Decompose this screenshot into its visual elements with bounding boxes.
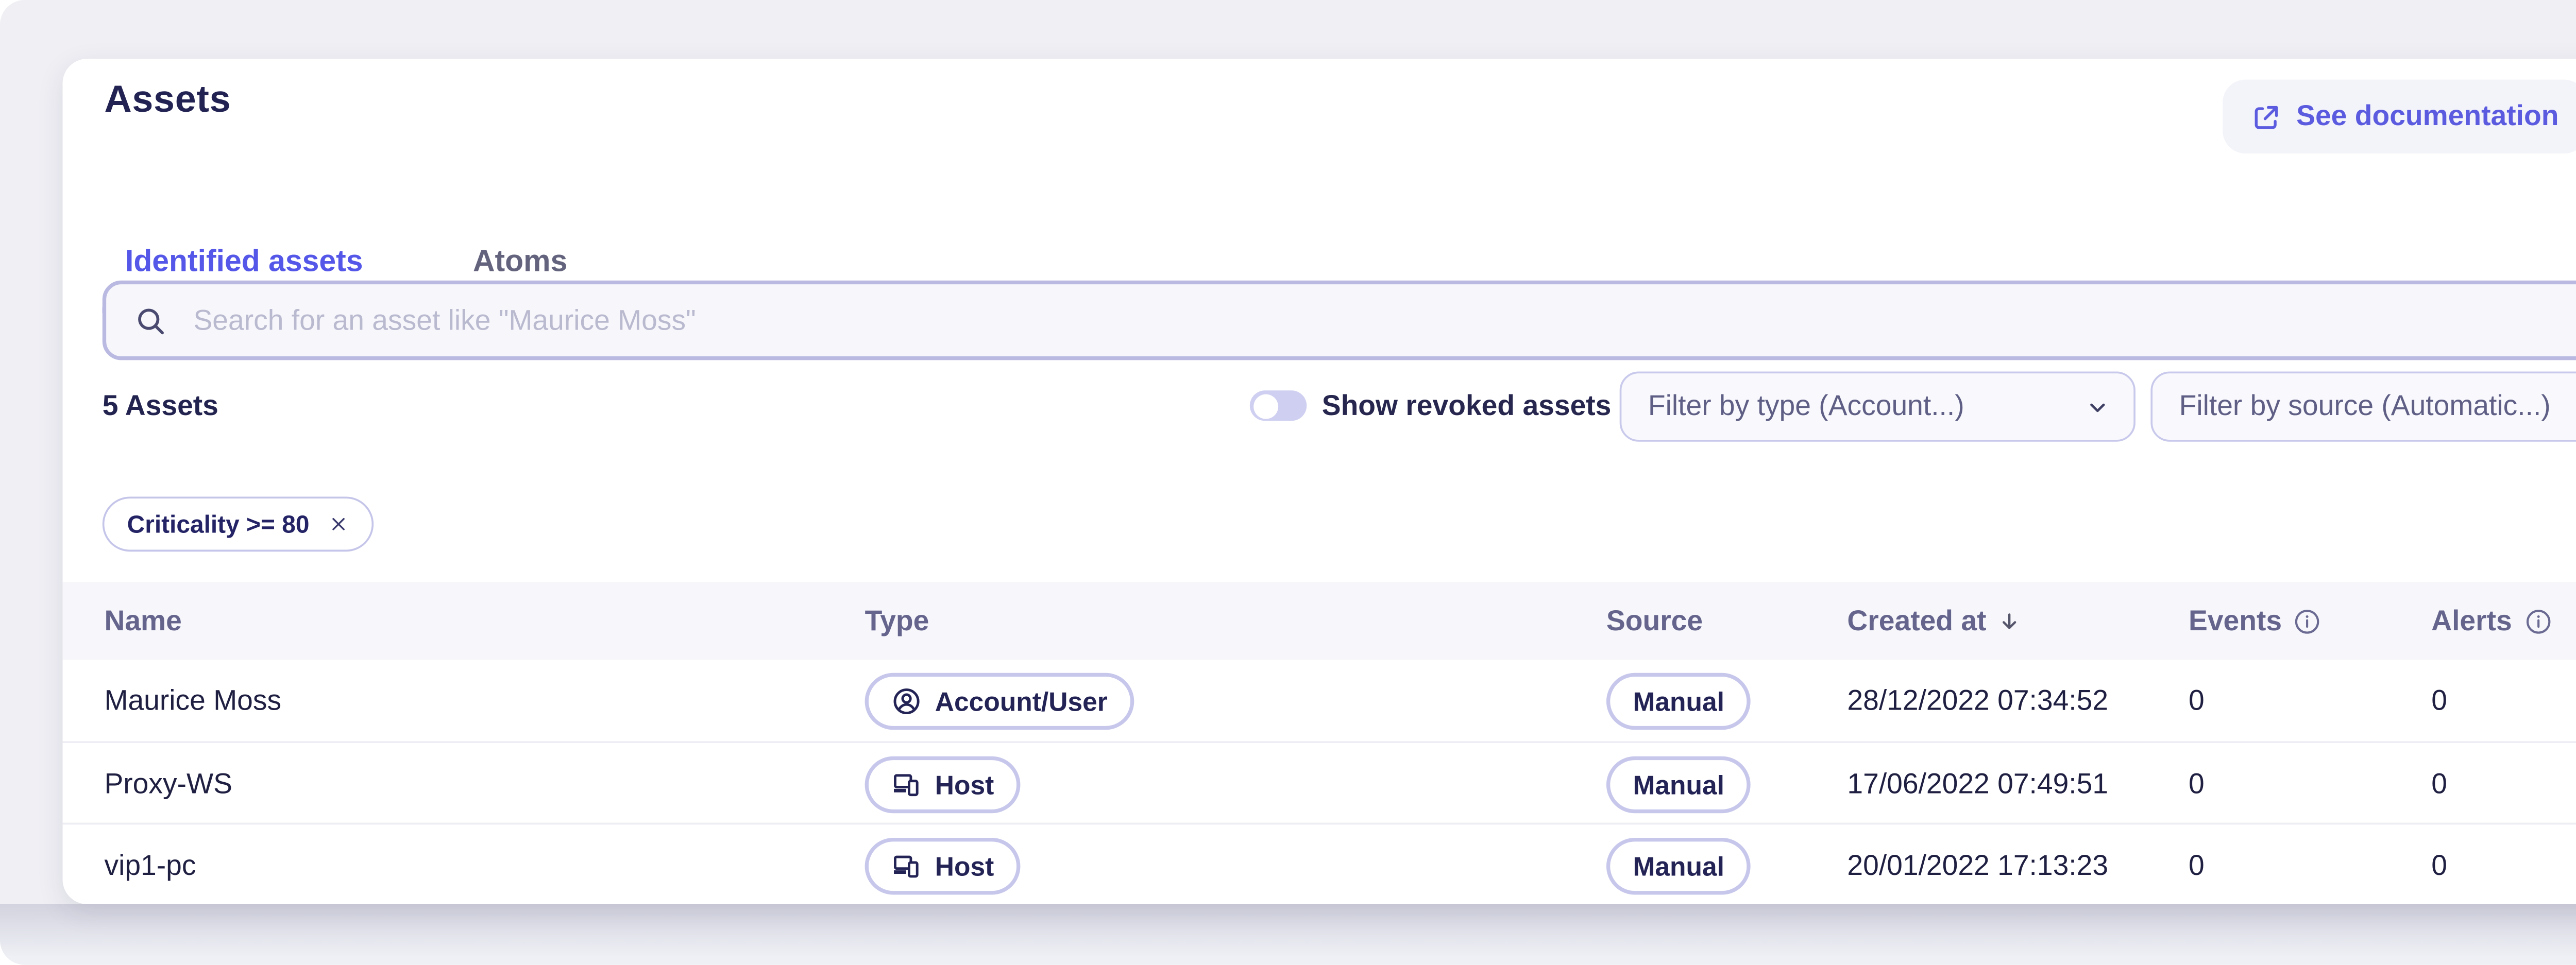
see-documentation-button[interactable]: See documentation (2223, 80, 2576, 154)
table-row[interactable]: Proxy-WS Host Manual 17/06/2022 07:49:51… (62, 741, 2576, 824)
chip-label: Criticality >= 80 (127, 510, 310, 538)
app-screenshot: Assets See documentation New asset Ident… (0, 0, 2576, 965)
header-name[interactable]: Name (104, 605, 181, 637)
created-at-cell: 20/01/2022 17:13:23 (1847, 849, 2108, 882)
header-type[interactable]: Type (865, 605, 929, 637)
alerts-cell: 0 (2431, 849, 2447, 882)
asset-count: 5 Assets (103, 371, 218, 441)
chevron-down-icon (2084, 393, 2111, 420)
host-icon (891, 769, 922, 799)
created-at-cell: 28/12/2022 07:34:52 (1847, 684, 2108, 717)
header-created-at[interactable]: Created at (1847, 605, 2022, 637)
filter-by-source-label: Filter by source (Automatic...) (2179, 390, 2576, 423)
type-badge: Host (865, 755, 1021, 812)
asset-search-bar (103, 281, 2576, 360)
asset-name[interactable]: vip1-pc (104, 849, 196, 882)
search-icon (134, 304, 167, 337)
asset-name[interactable]: Maurice Moss (104, 684, 281, 717)
criticality-filter-chip[interactable]: Criticality >= 80 (103, 496, 374, 552)
card-bottom-shadow (0, 904, 2576, 965)
toggle-knob (1252, 393, 1277, 418)
table-row[interactable]: Maurice Moss Account/User Manual 28/12/2… (62, 660, 2576, 741)
table-row[interactable]: vip1-pc Host Manual 20/01/2022 17:13:23 … (62, 823, 2576, 906)
show-revoked-toggle[interactable] (1250, 390, 1307, 421)
external-link-icon (2251, 101, 2281, 132)
filter-by-type-select[interactable]: Filter by type (Account...) (1620, 371, 2136, 441)
page-title: Assets (104, 80, 231, 124)
source-badge: Manual (1606, 672, 1751, 729)
info-icon[interactable] (2523, 607, 2552, 635)
info-icon[interactable] (2293, 607, 2321, 635)
type-badge: Host (865, 837, 1021, 893)
search-input[interactable] (190, 302, 2576, 338)
filter-by-source-select[interactable]: Filter by source (Automatic...) (2150, 371, 2576, 441)
created-at-cell: 17/06/2022 07:49:51 (1847, 768, 2108, 800)
events-cell: 0 (2189, 768, 2205, 800)
source-badge: Manual (1606, 837, 1751, 893)
type-badge: Account/User (865, 672, 1134, 729)
host-icon (891, 850, 922, 881)
user-circle-icon (891, 685, 922, 716)
events-cell: 0 (2189, 684, 2205, 717)
filter-by-type-label: Filter by type (Account...) (1648, 390, 2084, 423)
see-documentation-label: See documentation (2296, 100, 2558, 133)
asset-name[interactable]: Proxy-WS (104, 768, 232, 800)
show-revoked-label: Show revoked assets (1322, 371, 1612, 441)
alerts-cell: 0 (2431, 684, 2447, 717)
assets-card: Assets See documentation New asset Ident… (62, 59, 2576, 904)
sort-desc-icon (1998, 609, 2023, 633)
header-alerts[interactable]: Alerts (2431, 605, 2552, 637)
header-source[interactable]: Source (1606, 605, 1703, 637)
alerts-cell: 0 (2431, 768, 2447, 800)
source-badge: Manual (1606, 755, 1751, 812)
remove-filter-icon[interactable] (328, 514, 349, 535)
table-header-row: Name Type Source Created at Events Aler (62, 582, 2576, 660)
events-cell: 0 (2189, 849, 2205, 882)
header-events[interactable]: Events (2189, 605, 2321, 637)
assets-page: Assets See documentation New asset Ident… (0, 0, 2576, 965)
